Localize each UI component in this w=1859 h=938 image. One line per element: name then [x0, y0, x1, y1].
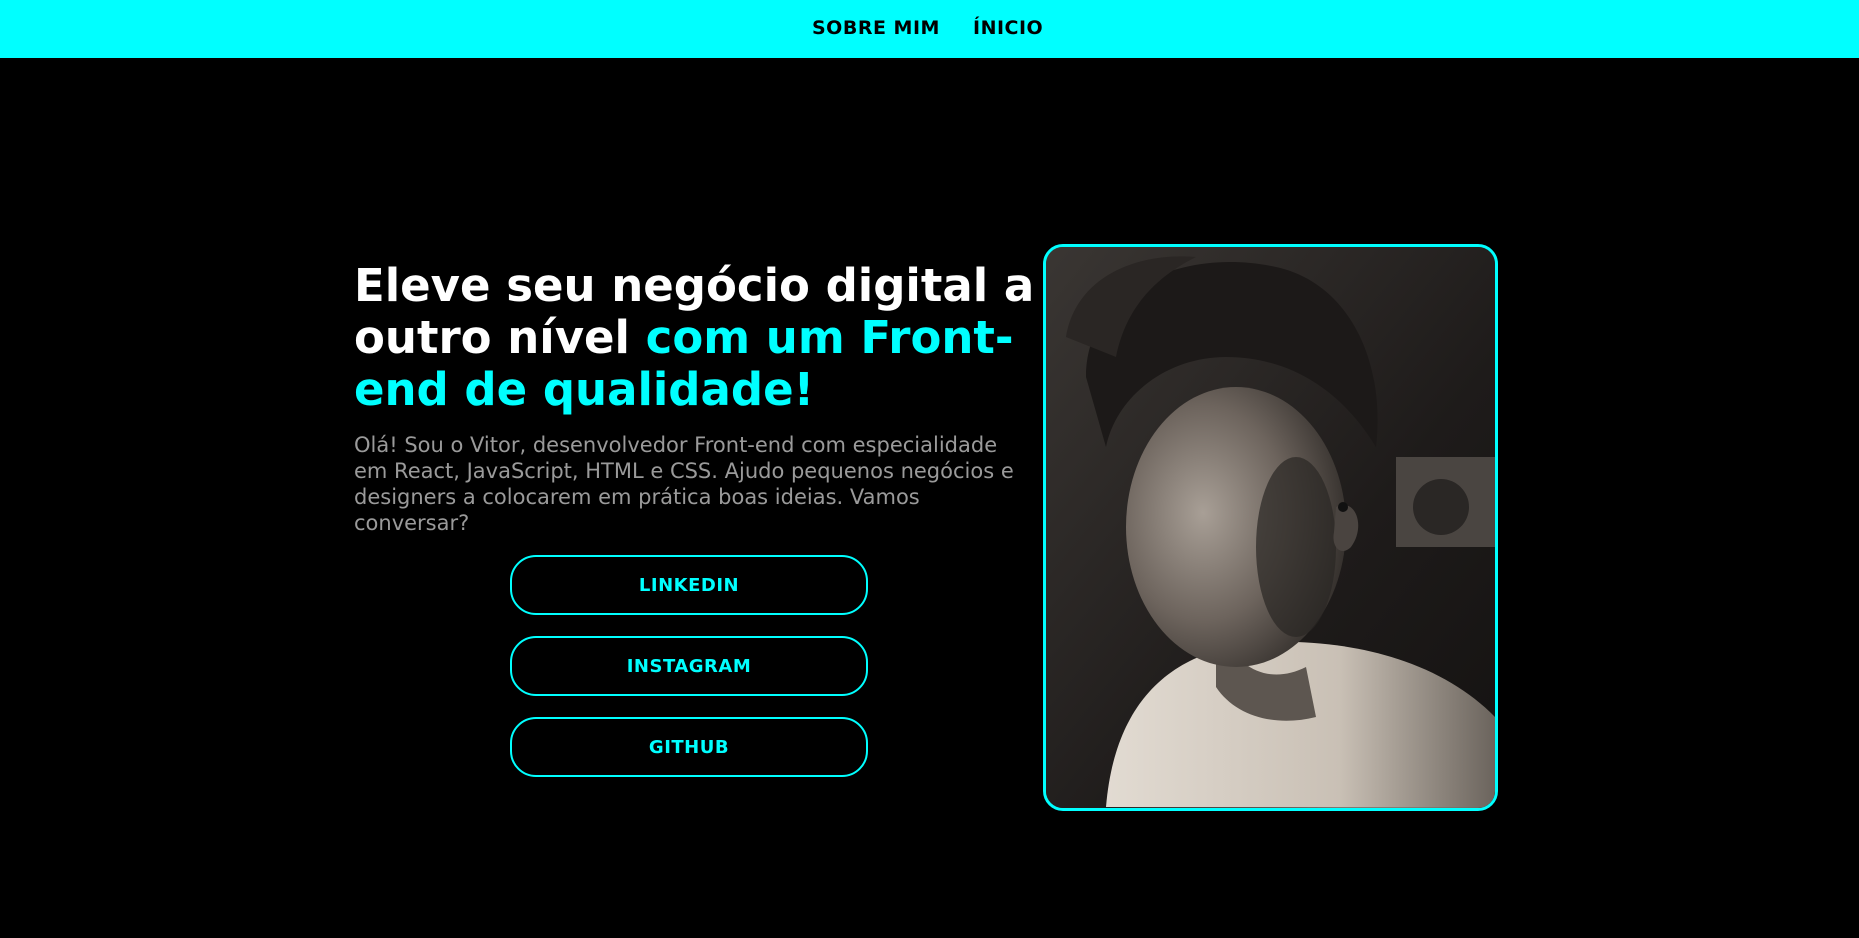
profile-photo — [1043, 244, 1498, 811]
portrait-photo — [1046, 247, 1495, 808]
instagram-button[interactable]: INSTAGRAM — [510, 636, 868, 696]
nav-link-home[interactable]: ÍNICIO — [973, 17, 1043, 39]
top-navbar: SOBRE MIM ÍNICIO — [0, 0, 1859, 58]
nav-link-about[interactable]: SOBRE MIM — [812, 17, 940, 39]
github-button[interactable]: GITHUB — [510, 717, 868, 777]
hero-intro: Olá! Sou o Vitor, desenvolvedor Front-en… — [354, 433, 1014, 535]
hero-headline: Eleve seu negócio digital a outro nível … — [354, 260, 1054, 416]
linkedin-button[interactable]: LINKEDIN — [510, 555, 868, 615]
